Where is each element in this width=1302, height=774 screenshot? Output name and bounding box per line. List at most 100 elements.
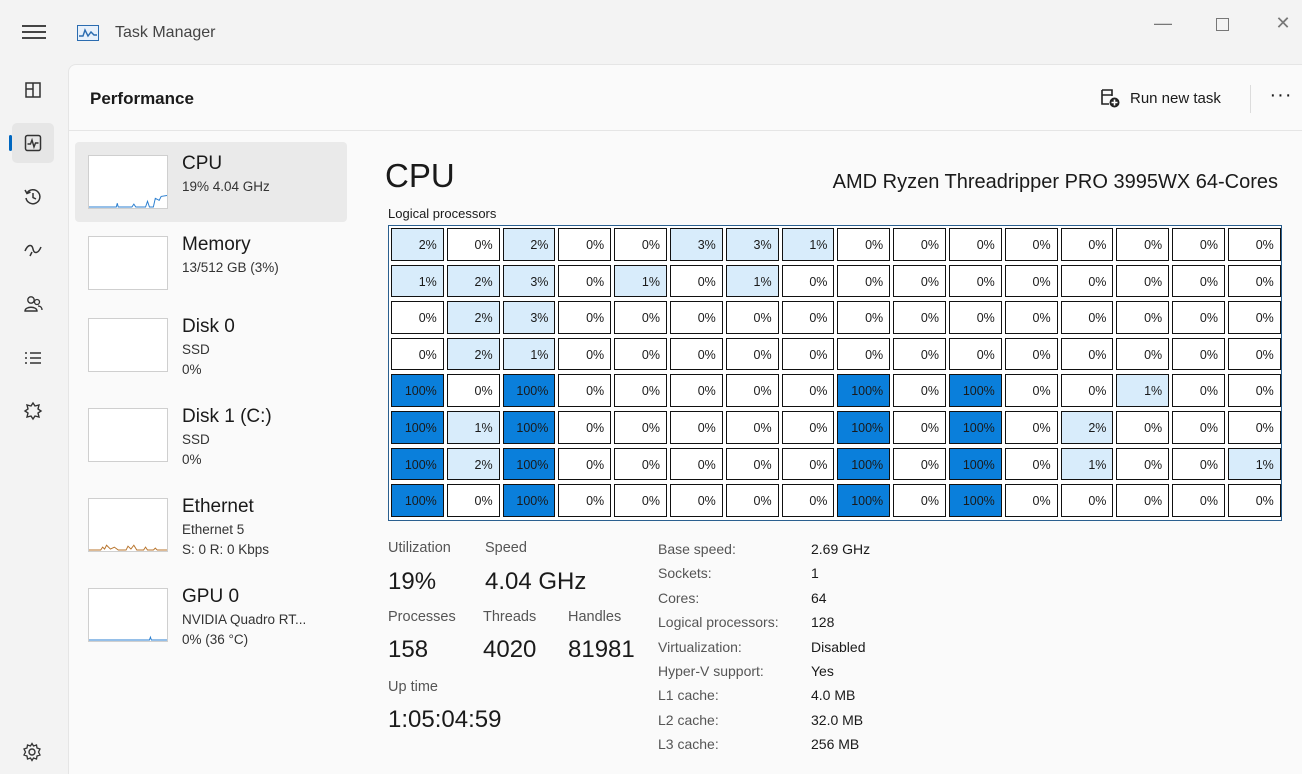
utilization-value: 19% bbox=[388, 568, 437, 595]
uptime-value: 1:05:04:59 bbox=[388, 706, 502, 733]
logical-processor-cell: 0% bbox=[893, 374, 946, 407]
resource-cpu[interactable]: CPU 19% 4.04 GHz bbox=[75, 142, 347, 222]
logical-processor-cell: 0% bbox=[1004, 484, 1058, 517]
logical-processor-cell: 0% bbox=[558, 301, 612, 334]
resource-memory[interactable]: Memory 13/512 GB (3%) bbox=[75, 223, 347, 303]
spec-label: Logical processors: bbox=[658, 614, 779, 631]
logical-processor-cell: 1% bbox=[781, 228, 835, 261]
logical-processor-cell: 0% bbox=[558, 264, 612, 298]
logical-processor-cell: 100% bbox=[502, 447, 556, 481]
performance-icon bbox=[24, 134, 42, 152]
handles-label: Handles bbox=[568, 609, 622, 625]
logical-processor-cell: 0% bbox=[1060, 264, 1114, 298]
resource-name: Disk 0 bbox=[182, 316, 235, 337]
logical-processor-cell: 0% bbox=[1060, 484, 1114, 517]
resource-detail: S: 0 R: 0 Kbps bbox=[182, 542, 270, 557]
logical-processor-cell: 0% bbox=[781, 337, 835, 371]
speed-value: 4.04 GHz bbox=[485, 568, 587, 595]
spec-value: 64 bbox=[811, 589, 827, 606]
maximize-button[interactable] bbox=[1207, 12, 1237, 36]
logical-processor-cell: 1% bbox=[725, 264, 779, 298]
nav-services[interactable] bbox=[12, 391, 54, 431]
logical-processor-cell: 2% bbox=[446, 337, 500, 371]
logical-processor-cell: 0% bbox=[725, 411, 779, 444]
resource-disk-0[interactable]: Disk 0 SSD 0% bbox=[75, 305, 347, 385]
hamburger-menu-icon[interactable] bbox=[22, 22, 46, 44]
resource-ethernet[interactable]: Ethernet Ethernet 5 S: 0 R: 0 Kbps bbox=[75, 485, 347, 565]
logical-processor-cell: 0% bbox=[670, 301, 723, 334]
logical-processor-cell: 100% bbox=[837, 411, 891, 444]
logical-processor-cell: 0% bbox=[781, 264, 835, 298]
logical-processor-cell: 0% bbox=[1004, 264, 1058, 298]
logical-processor-cell: 0% bbox=[391, 337, 444, 371]
spec-label: Cores: bbox=[658, 589, 700, 606]
task-manager-app-icon bbox=[77, 25, 99, 41]
logical-processor-cell: 0% bbox=[670, 484, 723, 517]
logical-processor-cell: 1% bbox=[1116, 374, 1170, 407]
nav-users[interactable] bbox=[12, 284, 54, 324]
logical-processor-cell: 0% bbox=[893, 337, 946, 371]
logical-processor-cell: 0% bbox=[614, 484, 667, 517]
logical-processor-cell: 0% bbox=[558, 228, 612, 261]
spec-label: Sockets: bbox=[658, 565, 712, 582]
logical-processor-cell: 3% bbox=[502, 264, 556, 298]
logical-processor-cell: 3% bbox=[670, 228, 723, 261]
resource-detail: 0% (36 °C) bbox=[182, 632, 249, 647]
logical-processors-label: Logical processors bbox=[388, 206, 497, 221]
logical-processor-cell: 0% bbox=[614, 411, 667, 444]
logical-processor-cell: 0% bbox=[1116, 447, 1170, 481]
activity-line-icon bbox=[79, 28, 97, 38]
settings-button[interactable] bbox=[22, 742, 44, 764]
logical-processor-cell: 0% bbox=[1228, 411, 1281, 444]
cpu-sparkline bbox=[88, 155, 168, 209]
logical-processor-cell: 0% bbox=[725, 337, 779, 371]
processes-icon bbox=[25, 82, 41, 98]
threads-value: 4020 bbox=[483, 636, 537, 663]
resource-detail: 13/512 GB (3%) bbox=[182, 260, 279, 275]
maximize-icon bbox=[1215, 17, 1229, 31]
logical-processor-cell: 0% bbox=[558, 484, 612, 517]
logical-processor-cell: 0% bbox=[1172, 228, 1225, 261]
logical-processor-cell: 100% bbox=[949, 484, 1002, 517]
spec-value: 4.0 MB bbox=[811, 687, 856, 704]
nav-startup-apps[interactable] bbox=[12, 230, 54, 270]
logical-processor-cell: 0% bbox=[893, 484, 946, 517]
resource-detail: NVIDIA Quadro RT... bbox=[182, 612, 307, 627]
run-new-task-button[interactable]: Run new task bbox=[1099, 82, 1221, 114]
nav-rail bbox=[0, 64, 68, 774]
spec-label: Base speed: bbox=[658, 541, 736, 557]
logical-processor-cell: 2% bbox=[1060, 411, 1114, 444]
logical-processor-cell: 100% bbox=[502, 484, 556, 517]
nav-performance[interactable] bbox=[9, 123, 54, 163]
logical-processor-cell: 0% bbox=[781, 484, 835, 517]
logical-processor-cell: 0% bbox=[725, 484, 779, 517]
logical-processor-cell: 0% bbox=[1172, 337, 1225, 371]
spec-value: 128 bbox=[811, 614, 835, 631]
window-title: Task Manager bbox=[115, 24, 216, 41]
nav-app-history[interactable] bbox=[12, 177, 54, 217]
logical-processor-cell: 0% bbox=[893, 301, 946, 334]
nav-details[interactable] bbox=[12, 338, 54, 378]
logical-processor-cell: 0% bbox=[558, 337, 612, 371]
minimize-button[interactable]: — bbox=[1148, 12, 1178, 36]
details-icon bbox=[25, 352, 41, 364]
resource-disk-1[interactable]: Disk 1 (C:) SSD 0% bbox=[75, 395, 347, 475]
logical-processor-cell: 2% bbox=[446, 264, 500, 298]
logical-processor-cell: 0% bbox=[1172, 447, 1225, 481]
more-options-button[interactable]: ··· bbox=[1265, 83, 1297, 113]
close-button[interactable]: ✕ bbox=[1268, 12, 1298, 36]
resource-gpu-0[interactable]: GPU 0 NVIDIA Quadro RT... 0% (36 °C) bbox=[75, 575, 347, 655]
resource-name: Disk 1 (C:) bbox=[182, 406, 272, 427]
logical-processor-cell: 3% bbox=[725, 228, 779, 261]
logical-processor-cell: 0% bbox=[949, 264, 1002, 298]
logical-processor-cell: 0% bbox=[1172, 484, 1225, 517]
logical-processor-cell: 0% bbox=[1228, 484, 1281, 517]
content-panel: Performance Run new task ··· CPU 19% 4.0… bbox=[68, 64, 1302, 774]
app-history-icon bbox=[24, 189, 41, 205]
logical-processor-cell: 0% bbox=[558, 447, 612, 481]
logical-processor-cell: 0% bbox=[614, 301, 667, 334]
logical-processor-cell: 0% bbox=[1004, 301, 1058, 334]
nav-processes[interactable] bbox=[12, 70, 54, 110]
resource-detail: 0% bbox=[182, 362, 202, 377]
logical-processor-cell: 2% bbox=[446, 301, 500, 334]
